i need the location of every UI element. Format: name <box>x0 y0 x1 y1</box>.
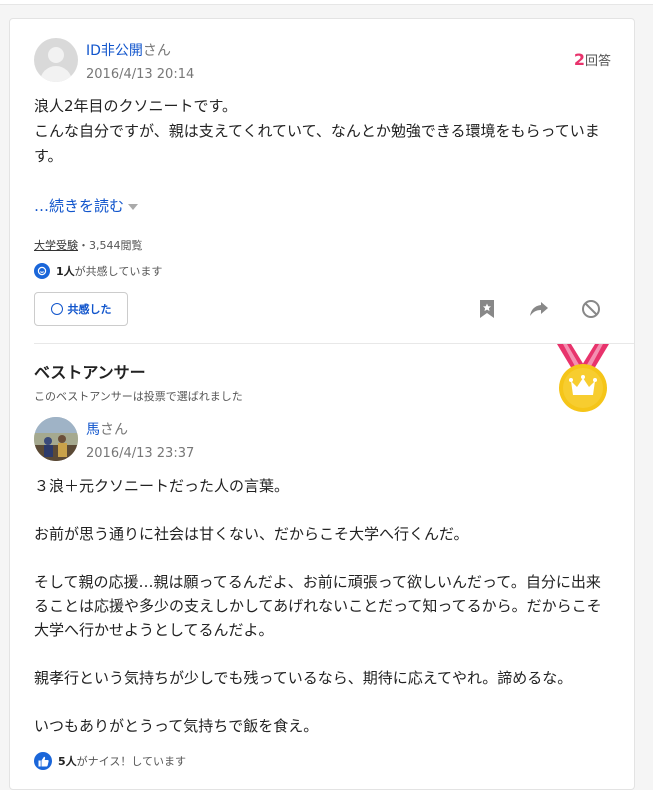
medal-icon <box>553 344 613 414</box>
question-user-link[interactable]: ID非公開 <box>86 43 143 59</box>
view-count: ・3,544閲覧 <box>78 239 143 252</box>
question-body: 浪人2年目のクソニートです。 こんな自分ですが、親は支えてくれていて、なんとか勉… <box>34 97 600 165</box>
best-answer-title: ベストアンサー <box>34 363 146 382</box>
answer-user-link[interactable]: 馬 <box>86 422 100 438</box>
question-user: ID非公開さん <box>86 43 171 59</box>
block-icon[interactable] <box>580 298 602 320</box>
top-bar <box>0 0 653 5</box>
share-icon[interactable] <box>528 298 550 320</box>
bookmark-icon[interactable] <box>476 298 498 320</box>
answer-paragraph: そして親の応援…親は願ってるんだよ、お前に頑張って欲しいんだって。自分に出来るこ… <box>34 573 602 639</box>
answer-avatar <box>34 417 78 461</box>
answer-user: 馬さん <box>86 422 128 438</box>
empathy-icon <box>34 263 50 279</box>
question-date: 2016/4/13 20:14 <box>86 67 195 82</box>
smile-icon <box>50 303 63 315</box>
qa-card: ID非公開さん 2016/4/13 20:14 2回答 浪人2年目のクソニートで… <box>9 18 635 790</box>
nice-status: 5人 がナイス！しています <box>34 752 186 770</box>
question-meta: 大学受験・3,544閲覧 <box>34 237 143 253</box>
answer-paragraph: ３浪＋元クソニートだった人の言葉。 <box>34 477 290 495</box>
answer-date: 2016/4/13 23:37 <box>86 446 195 461</box>
category-link[interactable]: 大学受験 <box>34 239 78 252</box>
empathy-status: 1人 が共感しています <box>34 263 162 279</box>
answer-paragraph: いつもありがとうって気持ちで飯を食え。 <box>34 717 319 735</box>
empathy-button[interactable]: 共感した <box>34 292 128 326</box>
answer-paragraph: お前が思う通りに社会は甘くない、だからこそ大学へ行くんだ。 <box>34 525 469 543</box>
read-more-link[interactable]: …続きを読む <box>34 195 139 216</box>
section-divider <box>34 343 634 344</box>
answer-paragraph: 親孝行という気持ちが少しでも残っているなら、期待に応えてやれ。諦めるな。 <box>34 669 573 687</box>
question-avatar <box>34 38 78 82</box>
best-answer-subtitle: このベストアンサーは投票で選ばれました <box>34 390 243 403</box>
answer-count[interactable]: 2回答 <box>574 50 611 69</box>
answer-body: ３浪＋元クソニートだった人の言葉。 お前が思う通りに社会は甘くない、だからこそ大… <box>34 474 614 738</box>
chevron-down-icon <box>128 203 139 210</box>
thumbs-up-icon <box>34 752 52 770</box>
